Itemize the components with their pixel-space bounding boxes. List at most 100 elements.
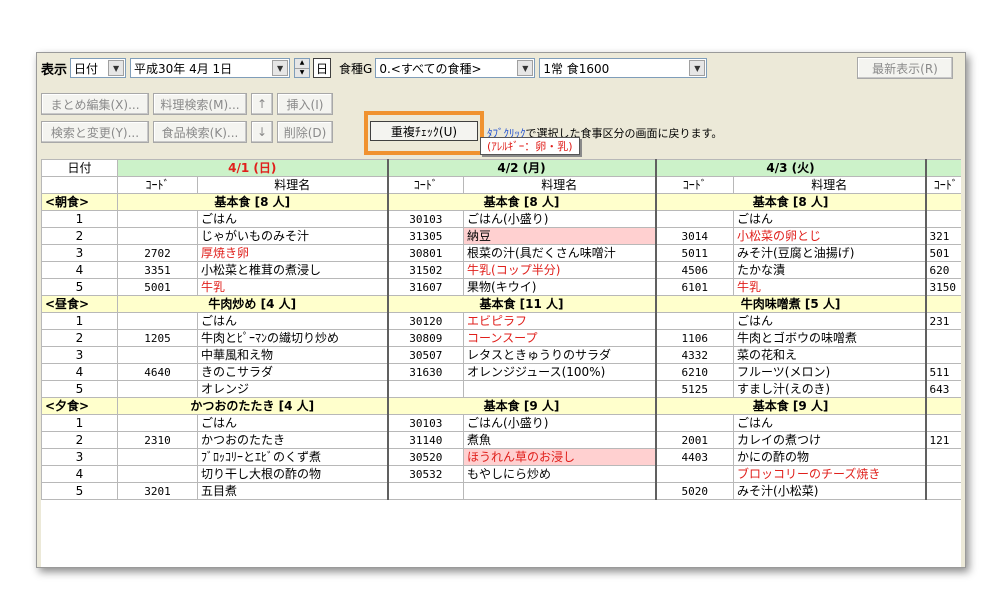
dish-code-cell[interactable] bbox=[117, 414, 198, 432]
delete-button[interactable]: 削除(D) bbox=[277, 121, 333, 143]
food-group-select[interactable]: 0.<すべての食種> ▼ bbox=[375, 58, 536, 78]
dish-name-cell[interactable]: 牛乳 bbox=[196, 278, 389, 296]
dish-code-cell[interactable]: 2310 bbox=[117, 431, 198, 449]
dish-code-cell[interactable] bbox=[654, 312, 735, 330]
dish-code-cell[interactable]: 3351 bbox=[117, 261, 198, 279]
dish-name-cell[interactable] bbox=[463, 380, 657, 398]
dish-code-cell[interactable] bbox=[924, 448, 961, 466]
chevron-down-icon[interactable]: ▼ bbox=[108, 60, 125, 76]
meal-section-name[interactable]: <夕食> bbox=[41, 397, 118, 415]
menu-set-cell[interactable]: かつおのたたき [4 人] bbox=[116, 397, 389, 415]
dish-name-cell[interactable]: みそ汁(小松菜) bbox=[733, 482, 927, 500]
dish-name-cell[interactable]: ごはん bbox=[733, 312, 927, 330]
dish-code-cell[interactable] bbox=[117, 210, 198, 228]
spin-up-icon[interactable]: ▲ bbox=[295, 59, 310, 69]
dish-name-cell[interactable]: ブロッコリーのチーズ焼き bbox=[733, 465, 927, 483]
dish-name-cell[interactable]: フルーツ(メロン) bbox=[733, 363, 927, 381]
meal-section-name[interactable]: <朝食> bbox=[41, 193, 118, 211]
dish-name-cell[interactable]: かつおのたたき bbox=[196, 431, 389, 449]
dish-name-cell[interactable]: 牛乳(コップ半分) bbox=[463, 261, 657, 279]
dish-code-cell[interactable]: 30532 bbox=[386, 465, 465, 483]
dish-name-cell[interactable]: じゃがいものみそ汁 bbox=[196, 227, 389, 245]
dish-name-cell[interactable]: ﾌﾞﾛｯｺﾘｰとｴﾋﾞのくず煮 bbox=[196, 448, 389, 466]
dish-code-cell[interactable]: 30103 bbox=[386, 414, 465, 432]
dish-name-cell[interactable]: 牛肉とゴボウの味噌煮 bbox=[733, 329, 927, 347]
menu-set-cell[interactable]: 基本食 [8 人] bbox=[116, 193, 389, 211]
dish-code-cell[interactable] bbox=[654, 414, 735, 432]
dish-name-cell[interactable]: カレイの煮つけ bbox=[733, 431, 927, 449]
dish-name-cell[interactable]: 中華風和え物 bbox=[196, 346, 389, 364]
dish-name-cell[interactable]: たかな漬 bbox=[733, 261, 927, 279]
dish-name-cell[interactable]: ごはん(小盛り) bbox=[463, 414, 657, 432]
dish-code-cell[interactable]: 5001 bbox=[117, 278, 198, 296]
menu-set-cell[interactable]: 牛肉炒め [4 人] bbox=[116, 295, 389, 313]
dish-code-cell[interactable]: 3014 bbox=[654, 227, 735, 245]
dish-code-cell[interactable]: 31502 bbox=[386, 261, 465, 279]
dish-code-cell[interactable]: 30520 bbox=[386, 448, 465, 466]
dish-code-cell[interactable]: 501 bbox=[924, 244, 961, 262]
dish-code-cell[interactable] bbox=[924, 465, 961, 483]
menu-set-cell[interactable]: 基本食 [8 人] bbox=[386, 193, 657, 211]
dish-code-cell[interactable]: 4403 bbox=[654, 448, 735, 466]
dish-code-cell[interactable] bbox=[117, 448, 198, 466]
dish-name-cell[interactable]: レタスときゅうりのサラダ bbox=[463, 346, 657, 364]
bulk-edit-button[interactable]: まとめ編集(X)... bbox=[41, 93, 149, 115]
dish-code-cell[interactable] bbox=[924, 329, 961, 347]
dish-code-cell[interactable] bbox=[654, 210, 735, 228]
dish-code-cell[interactable]: 4640 bbox=[117, 363, 198, 381]
dish-code-cell[interactable] bbox=[117, 346, 198, 364]
move-down-button[interactable]: ↓ bbox=[251, 121, 273, 143]
meal-section-name[interactable]: <昼食> bbox=[41, 295, 118, 313]
dish-code-cell[interactable] bbox=[924, 210, 961, 228]
menu-set-cell[interactable]: 牛肉味噌煮 [5 人] bbox=[654, 295, 927, 313]
dish-code-cell[interactable]: 6101 bbox=[654, 278, 735, 296]
dish-name-cell[interactable]: みそ汁(豆腐と油揚げ) bbox=[733, 244, 927, 262]
dish-name-cell[interactable]: 煮魚 bbox=[463, 431, 657, 449]
day-header-4[interactable] bbox=[924, 159, 961, 177]
dish-name-cell[interactable]: ごはん(小盛り) bbox=[463, 210, 657, 228]
dish-name-cell[interactable] bbox=[463, 482, 657, 500]
chevron-down-icon[interactable]: ▼ bbox=[689, 60, 706, 76]
day-header-1[interactable]: 4/1 (日) bbox=[116, 159, 389, 177]
dish-name-cell[interactable]: 小松菜と椎茸の煮浸し bbox=[196, 261, 389, 279]
dish-name-cell[interactable]: かにの酢の物 bbox=[733, 448, 927, 466]
date-type-select[interactable]: 日付 ▼ bbox=[70, 58, 127, 78]
dish-code-cell[interactable]: 231 bbox=[924, 312, 961, 330]
dish-name-cell[interactable]: オレンジ bbox=[196, 380, 389, 398]
dish-code-cell[interactable]: 30120 bbox=[386, 312, 465, 330]
dish-code-cell[interactable]: 30103 bbox=[386, 210, 465, 228]
dish-code-cell[interactable] bbox=[924, 414, 961, 432]
dish-code-cell[interactable]: 511 bbox=[924, 363, 961, 381]
day-header-3[interactable]: 4/3 (火) bbox=[654, 159, 927, 177]
spin-down-icon[interactable]: ▼ bbox=[295, 69, 309, 78]
date-spinner[interactable]: ▲ ▼ bbox=[294, 58, 311, 78]
dish-name-cell[interactable]: 切り干し大根の酢の物 bbox=[196, 465, 389, 483]
dish-code-cell[interactable]: 30801 bbox=[386, 244, 465, 262]
dish-code-cell[interactable]: 30809 bbox=[386, 329, 465, 347]
day-unit-box[interactable]: 日 bbox=[313, 58, 332, 78]
dish-name-cell[interactable]: エビピラフ bbox=[463, 312, 657, 330]
dish-code-cell[interactable]: 3150 bbox=[924, 278, 961, 296]
dish-name-cell[interactable]: 牛乳 bbox=[733, 278, 927, 296]
dish-code-cell[interactable]: 31630 bbox=[386, 363, 465, 381]
dish-name-cell[interactable]: オレンジジュース(100%) bbox=[463, 363, 657, 381]
latest-display-button[interactable]: 最新表示(R) bbox=[857, 57, 953, 79]
dish-name-cell[interactable]: コーンスープ bbox=[463, 329, 657, 347]
menu-set-cell[interactable]: 基本食 [9 人] bbox=[386, 397, 657, 415]
dish-code-cell[interactable]: 5011 bbox=[654, 244, 735, 262]
dish-name-cell[interactable]: 五目煮 bbox=[196, 482, 389, 500]
dish-name-cell[interactable]: ごはん bbox=[733, 414, 927, 432]
menu-set-cell[interactable]: 基本食 [9 人] bbox=[654, 397, 927, 415]
menu-set-cell[interactable] bbox=[924, 193, 961, 211]
dish-code-cell[interactable] bbox=[924, 346, 961, 364]
dish-code-cell[interactable]: 321 bbox=[924, 227, 961, 245]
chevron-down-icon[interactable]: ▼ bbox=[272, 60, 289, 76]
dish-name-cell[interactable]: もやしにら炒め bbox=[463, 465, 657, 483]
dish-code-cell[interactable]: 31305 bbox=[386, 227, 465, 245]
dish-name-cell[interactable]: すまし汁(えのき) bbox=[733, 380, 927, 398]
duplicate-check-button[interactable]: 重複ﾁｪｯｸ(U) bbox=[370, 121, 478, 141]
dish-code-cell[interactable]: 4332 bbox=[654, 346, 735, 364]
dish-code-cell[interactable]: 31607 bbox=[386, 278, 465, 296]
dish-code-cell[interactable] bbox=[117, 380, 198, 398]
dish-code-cell[interactable]: 2001 bbox=[654, 431, 735, 449]
